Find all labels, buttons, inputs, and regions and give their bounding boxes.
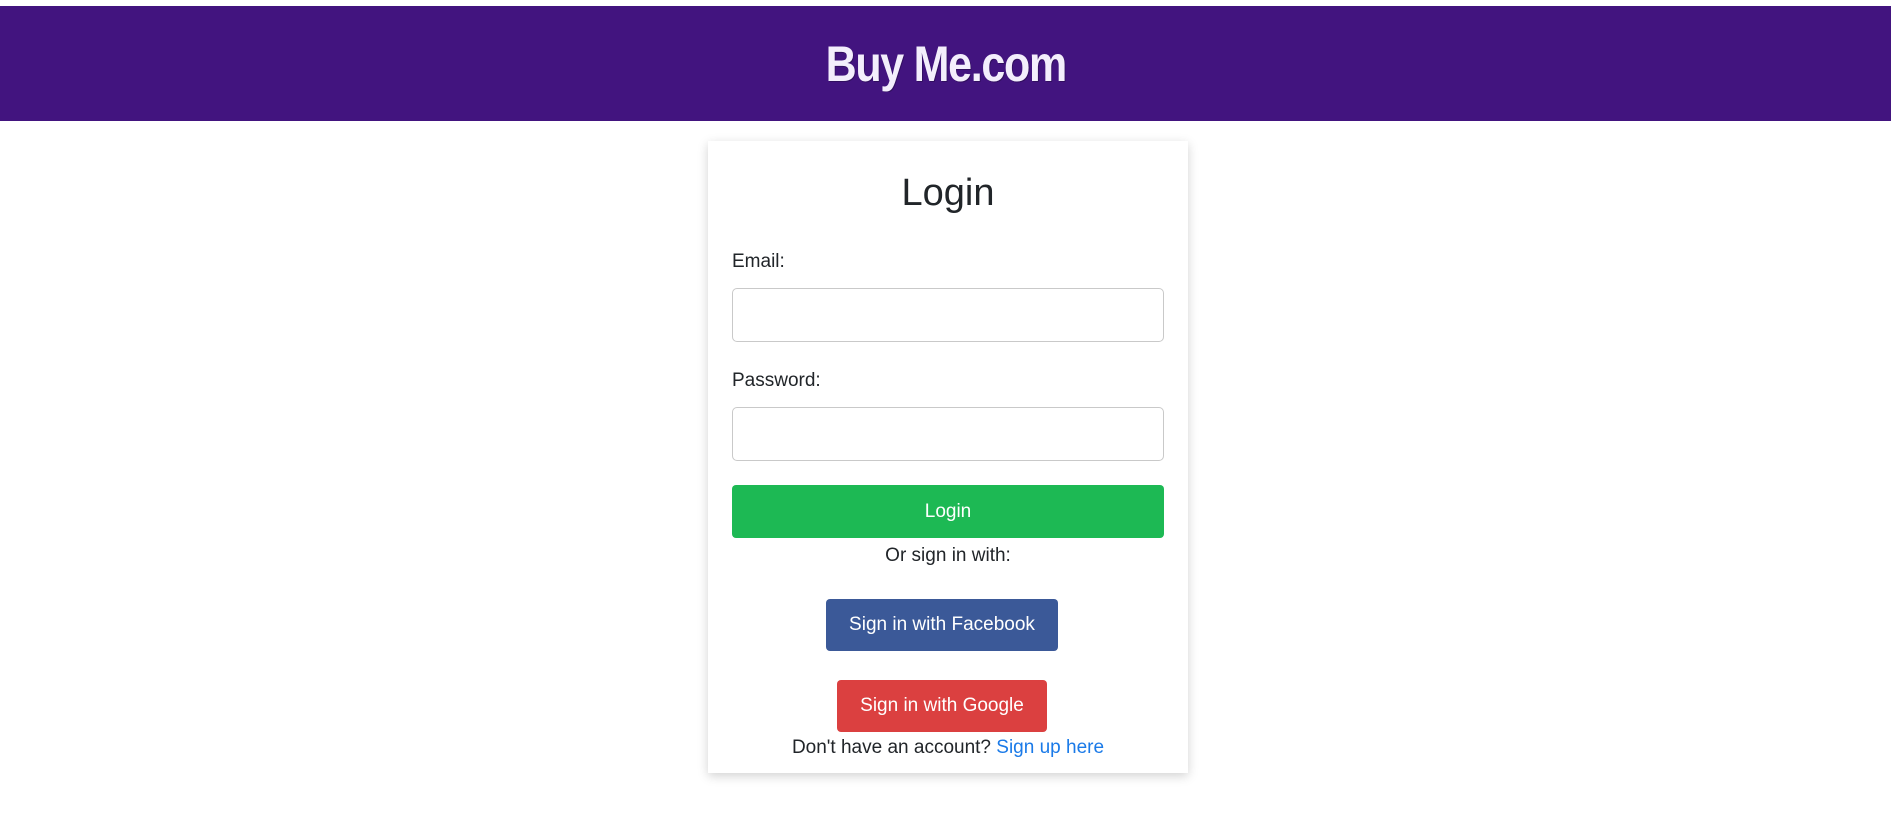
site-logo[interactable]: Buy Me.com [825, 35, 1067, 93]
login-title: Login [901, 172, 995, 214]
facebook-signin-button[interactable]: Sign in with Facebook [826, 599, 1058, 651]
login-button[interactable]: Login [732, 485, 1164, 538]
facebook-row: Sign in with Facebook [732, 568, 1164, 651]
password-label: Password: [732, 370, 821, 391]
site-header: Buy Me.com [0, 6, 1891, 121]
or-sign-in-text: Or sign in with: [885, 545, 1011, 566]
google-row: Sign in with Google [732, 651, 1164, 732]
signup-link[interactable]: Sign up here [996, 737, 1104, 758]
email-field[interactable] [732, 288, 1164, 342]
email-label: Email: [732, 251, 785, 272]
signup-prompt: Don't have an account? [791, 737, 991, 758]
signup-line: Don't have an account? Sign up here [732, 736, 1164, 760]
login-card: Login Email: Password: Login Or sign in … [708, 141, 1188, 773]
password-field[interactable] [732, 407, 1164, 461]
google-signin-button[interactable]: Sign in with Google [837, 680, 1047, 732]
